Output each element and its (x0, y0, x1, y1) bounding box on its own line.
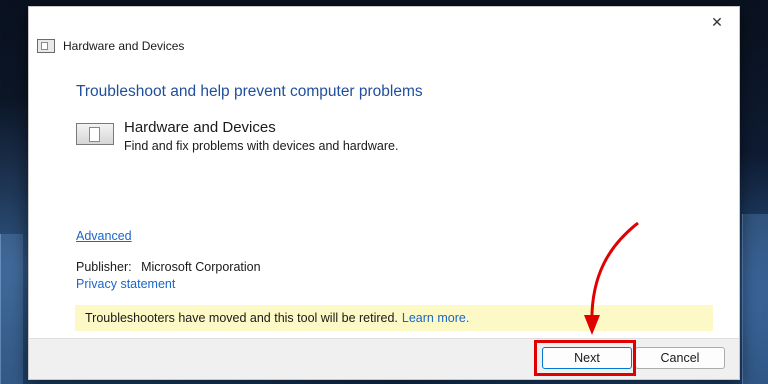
troubleshooter-item: Hardware and Devices Find and fix proble… (76, 119, 398, 153)
advanced-link[interactable]: Advanced (76, 229, 132, 243)
publisher-value: Microsoft Corporation (141, 260, 261, 274)
banner-text: Troubleshooters have moved and this tool… (85, 311, 398, 325)
cancel-button[interactable]: Cancel (635, 347, 725, 369)
page-heading: Troubleshoot and help prevent computer p… (76, 83, 423, 100)
privacy-statement-link[interactable]: Privacy statement (76, 277, 175, 291)
window-title: Hardware and Devices (63, 39, 185, 53)
close-button[interactable]: ✕ (703, 11, 731, 33)
item-description: Find and fix problems with devices and h… (124, 139, 399, 153)
item-title: Hardware and Devices (124, 119, 276, 136)
troubleshooter-app-icon (37, 39, 55, 53)
background-building (742, 214, 768, 384)
publisher-label: Publisher: (76, 260, 132, 274)
publisher-info: Publisher: Microsoft Corporation (76, 260, 261, 274)
hardware-device-icon (76, 123, 114, 145)
title-bar: Hardware and Devices (37, 37, 184, 55)
close-icon: ✕ (711, 13, 723, 30)
background-building (0, 234, 23, 384)
annotation-arrow (584, 221, 639, 335)
learn-more-link[interactable]: Learn more. (402, 311, 469, 325)
annotation-highlight-box (534, 340, 636, 376)
